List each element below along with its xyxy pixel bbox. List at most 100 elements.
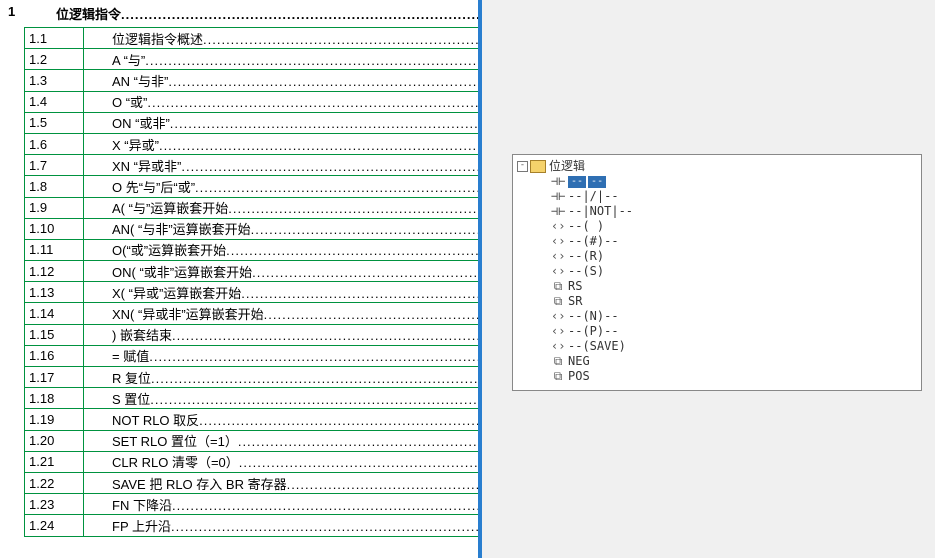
toc-row[interactable]: 1.9A( “与”运算嵌套开始 xyxy=(24,198,478,219)
toc-chapter-number: 1 xyxy=(0,4,56,23)
toc-section-number: 1.18 xyxy=(24,388,84,408)
toc-section-title: NOT RLO 取反 xyxy=(84,410,478,429)
toc-row[interactable]: 1.18S 置位 xyxy=(24,388,478,409)
toc-section-title: = 赋值 xyxy=(84,346,478,365)
tree-node-label: SR xyxy=(568,294,582,309)
toc-row[interactable]: 1.2A “与” xyxy=(24,49,478,70)
tree-node[interactable]: ⊣⊢---- xyxy=(517,174,917,189)
toc-section-title: ) 嵌套结束 xyxy=(84,325,478,344)
toc-row[interactable]: 1.17R 复位 xyxy=(24,367,478,388)
tree-node-label: --(R) xyxy=(568,249,604,264)
toc-chapter-title: 位逻辑指令 xyxy=(56,4,478,23)
toc-section-number: 1.15 xyxy=(24,325,84,345)
toc-section-title: CLR RLO 清零（=0） xyxy=(84,452,478,471)
leader-dots xyxy=(264,307,478,322)
toc-section-title: O 先“与”后“或” xyxy=(84,177,478,196)
toc-section-number: 1.11 xyxy=(24,240,84,260)
folder-icon xyxy=(530,160,546,173)
toc-section-title: AN “与非” xyxy=(84,71,478,90)
coil-icon: ‹› xyxy=(551,219,565,234)
leader-dots xyxy=(172,328,478,343)
tree-node[interactable]: ‹›--(#)-- xyxy=(517,234,917,249)
tree-node-label: --|/|-- xyxy=(568,189,619,204)
toc-section-title: A “与” xyxy=(84,50,478,69)
collapse-icon[interactable]: - xyxy=(517,161,528,172)
toc-section-number: 1.10 xyxy=(24,219,84,239)
toc-row[interactable]: 1.1位逻辑指令概述 xyxy=(24,28,478,49)
toc-section-number: 1.5 xyxy=(24,113,84,133)
toc-section-number: 1.20 xyxy=(24,431,84,451)
tree-root[interactable]: - 位逻辑 xyxy=(517,159,917,174)
leader-dots xyxy=(287,477,478,492)
tree-node[interactable]: ‹›--(P)-- xyxy=(517,324,917,339)
toc-row[interactable]: 1.12ON( “或非”运算嵌套开始 xyxy=(24,261,478,282)
toc-row[interactable]: 1.7XN “异或非” xyxy=(24,155,478,176)
toc-row[interactable]: 1.13X( “异或”运算嵌套开始 xyxy=(24,282,478,303)
toc-section-title: AN( “与非”运算嵌套开始 xyxy=(84,219,478,238)
toc-section-number: 1.13 xyxy=(24,282,84,302)
toc-section-number: 1.17 xyxy=(24,367,84,387)
toc-section-number: 1.14 xyxy=(24,303,84,323)
tree-node-label: --(S) xyxy=(568,264,604,279)
tree-node[interactable]: ‹›--( ) xyxy=(517,219,917,234)
toc-section-title: FP 上升沿 xyxy=(84,516,478,535)
toc-chapter-row: 1 位逻辑指令 xyxy=(0,2,478,27)
toc-section-number: 1.2 xyxy=(24,49,84,69)
toc-row[interactable]: 1.14XN( “异或非”运算嵌套开始 xyxy=(24,303,478,324)
leader-dots xyxy=(252,265,478,280)
toc-row[interactable]: 1.6X “异或” xyxy=(24,134,478,155)
tree-node[interactable]: ⧉RS xyxy=(517,279,917,294)
tree-node[interactable]: ⧉POS xyxy=(517,369,917,384)
toc-row[interactable]: 1.4O “或” xyxy=(24,92,478,113)
leader-dots xyxy=(203,32,478,47)
toc-row[interactable]: 1.5ON “或非” xyxy=(24,113,478,134)
toc-row[interactable]: 1.19NOT RLO 取反 xyxy=(24,409,478,430)
tree-node[interactable]: ⧉NEG xyxy=(517,354,917,369)
contact-icon: ⊣⊢ xyxy=(551,189,565,204)
instruction-tree[interactable]: - 位逻辑 ⊣⊢----⊣⊢--|/|--⊣⊢--|NOT|--‹›--( )‹… xyxy=(512,154,922,391)
tree-node[interactable]: ‹›--(N)-- xyxy=(517,309,917,324)
tree-node[interactable]: ‹›--(R) xyxy=(517,249,917,264)
toc-section-number: 1.24 xyxy=(24,515,84,535)
coil-icon: ‹› xyxy=(551,309,565,324)
toc-row[interactable]: 1.22SAVE 把 RLO 存入 BR 寄存器 xyxy=(24,473,478,494)
toc-section-number: 1.19 xyxy=(24,409,84,429)
toc-row[interactable]: 1.10AN( “与非”运算嵌套开始 xyxy=(24,219,478,240)
toc-row[interactable]: 1.11O(“或”运算嵌套开始 xyxy=(24,240,478,261)
box-icon: ⧉ xyxy=(551,279,565,294)
toc-row[interactable]: 1.3AN “与非” xyxy=(24,70,478,91)
toc-row[interactable]: 1.16= 赋值 xyxy=(24,346,478,367)
toc-section-number: 1.7 xyxy=(24,155,84,175)
toc-row[interactable]: 1.8O 先“与”后“或” xyxy=(24,176,478,197)
toc-section-title: X( “异或”运算嵌套开始 xyxy=(84,283,478,302)
tree-node[interactable]: ‹›--(S) xyxy=(517,264,917,279)
toc-section-number: 1.8 xyxy=(24,176,84,196)
toc-row[interactable]: 1.21CLR RLO 清零（=0） xyxy=(24,452,478,473)
tree-node-label: --(N)-- xyxy=(568,309,619,324)
tree-node[interactable]: ⊣⊢--|NOT|-- xyxy=(517,204,917,219)
toc-row[interactable]: 1.15) 嵌套结束 xyxy=(24,325,478,346)
leader-dots xyxy=(151,371,478,386)
toc-row[interactable]: 1.24FP 上升沿 xyxy=(24,515,478,536)
tree-node[interactable]: ‹›--(SAVE) xyxy=(517,339,917,354)
toc-row[interactable]: 1.23FN 下降沿 xyxy=(24,494,478,515)
tree-node-label: --|NOT|-- xyxy=(568,204,633,219)
tree-node[interactable]: ⊣⊢--|/|-- xyxy=(517,189,917,204)
toc-section-table: 1.1位逻辑指令概述1.2A “与”1.3AN “与非”1.4O “或”1.5O… xyxy=(24,27,478,537)
box-icon: ⧉ xyxy=(551,369,565,384)
contact-icon: ⊣⊢ xyxy=(551,204,565,219)
toc-section-title: X “异或” xyxy=(84,135,478,154)
toc-row[interactable]: 1.20SET RLO 置位（=1） xyxy=(24,431,478,452)
leader-dots xyxy=(226,243,478,258)
tree-node-label: RS xyxy=(568,279,582,294)
tree-root-label: 位逻辑 xyxy=(549,159,585,174)
tree-node[interactable]: ⧉SR xyxy=(517,294,917,309)
leader-dots xyxy=(172,498,478,513)
coil-icon: ‹› xyxy=(551,249,565,264)
leader-dots xyxy=(251,222,478,237)
toc-section-number: 1.3 xyxy=(24,70,84,90)
leader-dots xyxy=(238,434,478,449)
toc-section-number: 1.12 xyxy=(24,261,84,281)
toc-pane: 1 位逻辑指令 1.1位逻辑指令概述1.2A “与”1.3AN “与非”1.4O… xyxy=(0,0,482,558)
contact-icon: ⊣⊢ xyxy=(551,174,565,189)
